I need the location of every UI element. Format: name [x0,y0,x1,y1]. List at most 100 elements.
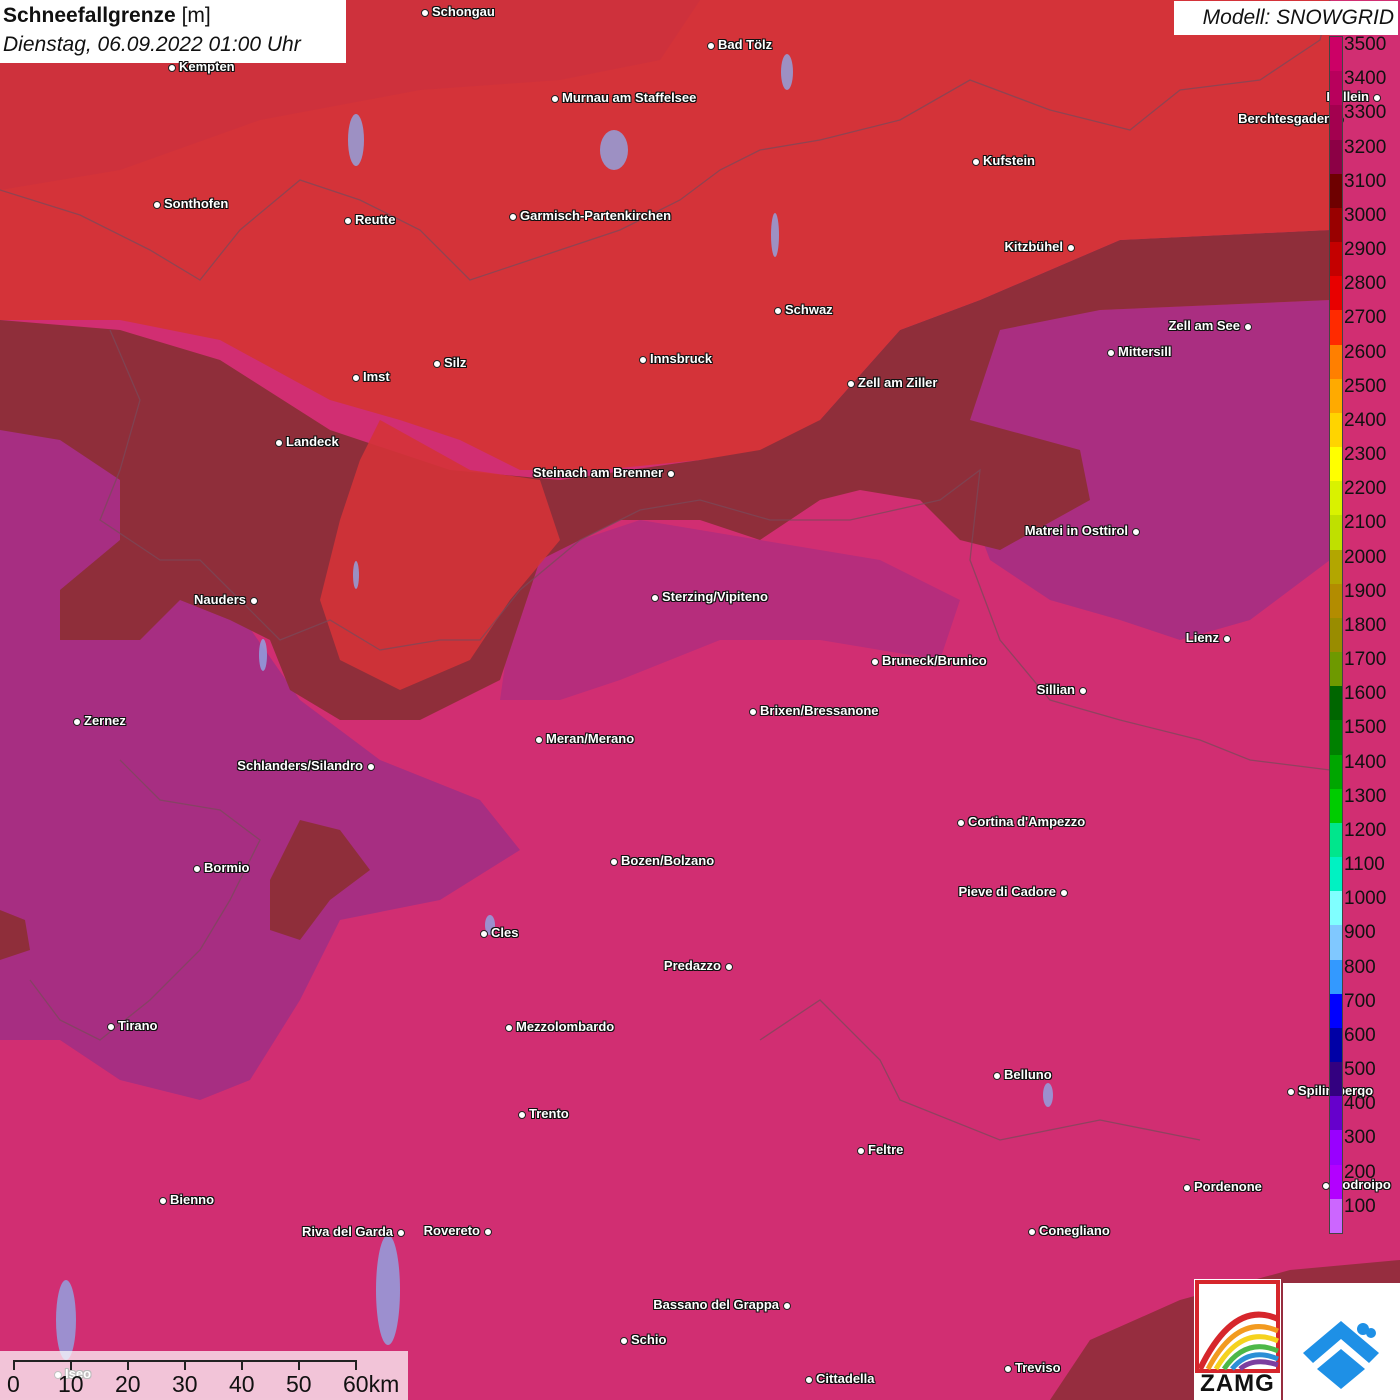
legend-swatch [1330,37,1342,72]
legend-label: 3100 [1344,170,1387,192]
city-label: Conegliano [1039,1223,1110,1238]
legend-label: 1800 [1344,614,1387,636]
city-label: Treviso [1015,1360,1061,1375]
city-dot [1286,1087,1295,1096]
city-label: Meran/Merano [546,731,635,746]
zamg-logo-text: ZAMG [1200,1370,1275,1397]
city-label: Mittersill [1118,344,1172,359]
legend-swatch [1330,583,1342,619]
legend-swatch [1330,754,1342,790]
legend-label: 1300 [1344,785,1387,807]
color-legend [1329,36,1343,1234]
city-dot [1027,1227,1036,1236]
city-label: Silz [444,355,467,370]
legend-label: 1700 [1344,649,1387,671]
legend-swatch [1330,959,1342,995]
city-dot [420,8,429,17]
scale-label: 10 [58,1371,84,1397]
legend-swatch [1330,447,1342,482]
legend-label: 900 [1344,922,1376,944]
city-dot [971,157,980,166]
zamg-logo: ZAMG [1194,1279,1281,1400]
city-dot [1182,1183,1191,1192]
city-dot [856,1146,865,1155]
city-dot [534,735,543,744]
city-label: Kempten [179,59,235,74]
city-dot [249,596,258,605]
legend-swatch [1330,378,1342,414]
scale-tick [127,1360,129,1370]
model-box: Modell: SNOWGRID [1174,1,1398,35]
snowgrid-icon [1303,1321,1379,1389]
legend-label: 1200 [1344,819,1387,841]
city-label: Cles [491,925,519,940]
legend-label: 2100 [1344,512,1387,534]
legend-label: 2500 [1344,375,1387,397]
city-dot [666,469,675,478]
scale-label: 50 [286,1371,312,1397]
city-dot [152,200,161,209]
legend-label: 1600 [1344,683,1387,705]
city-label: Bozen/Bolzano [621,853,715,868]
legend-label: 500 [1344,1059,1376,1081]
city-label: Brixen/Bressanone [760,703,879,718]
legend-label: 800 [1344,956,1376,978]
city-label: Cortina d'Ampezzo [968,814,1086,829]
city-label: Matrei in Osttirol [1024,523,1128,538]
city-dot [517,1110,526,1119]
city-label: Murnau am Staffelsee [562,90,697,105]
city-dot [1059,888,1068,897]
legend-label: 1000 [1344,888,1387,910]
city-dot [504,1023,513,1032]
city-dot [1372,93,1381,102]
city-label: Nauders [193,592,246,607]
city-label: Bruneck/Brunico [882,653,987,668]
city-label: Schio [631,1332,667,1347]
legend-swatch [1330,549,1342,585]
city-dot [956,818,965,827]
legend-label: 2300 [1344,444,1387,466]
legend-label: 2800 [1344,273,1387,295]
city-dot [483,1227,492,1236]
city-label: Bienno [170,1192,215,1207]
legend-swatch [1330,891,1342,926]
scale-label: 30 [172,1371,198,1397]
city-dot [638,355,647,364]
city-dot [274,438,283,447]
city-dot [1003,1364,1012,1373]
city-label: Sillian [1036,682,1075,697]
city-label: Mezzolombardo [516,1019,615,1034]
legend-label: 1100 [1344,854,1385,876]
city-label: Imst [363,369,390,384]
city-label: Sonthofen [164,196,229,211]
legend-swatch [1330,1164,1342,1200]
legend-label: 3200 [1344,136,1387,158]
city-label: Garmisch-Partenkirchen [520,208,672,223]
legend-swatch [1330,720,1342,756]
scale-tick [184,1360,186,1370]
legend-label: 2000 [1344,546,1387,568]
map-datetime: Dienstag, 06.09.2022 01:00 Uhr [3,33,301,56]
legend-swatch [1330,412,1342,448]
legend-swatch [1330,788,1342,824]
city-dot [782,1301,791,1310]
legend-swatch [1330,1198,1342,1234]
city-label: Kitzbühel [1004,239,1064,254]
legend-swatch [1330,173,1342,209]
city-dot [724,962,733,971]
city-dot [1066,243,1075,252]
legend-swatch [1330,276,1342,311]
legend-label: 3500 [1344,34,1387,55]
city-label: Steinach am Brenner [532,465,663,480]
legend-swatch [1330,515,1342,551]
map-title: Schneefallgrenze [m] [3,4,211,27]
legend-swatch [1330,652,1342,687]
legend-label: 600 [1344,1024,1376,1046]
city-label: Sterzing/Vipiteno [662,589,768,604]
city-dot [550,94,559,103]
city-label: Trento [529,1106,569,1121]
city-label: Riva del Garda [301,1224,393,1239]
legend-swatch [1330,242,1342,277]
city-label: Bormio [204,860,250,875]
legend-swatch [1330,686,1342,721]
